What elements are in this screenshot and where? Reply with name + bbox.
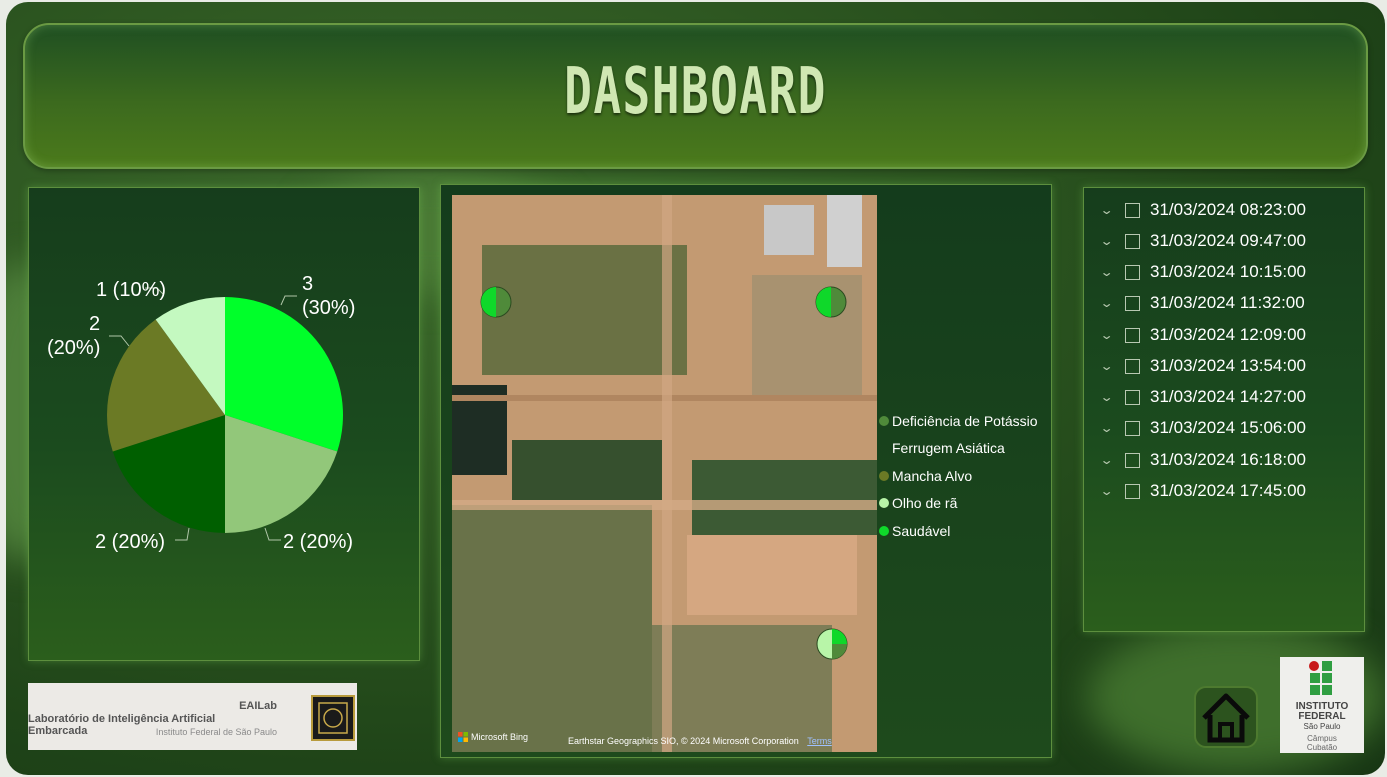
pie-chart-panel: 3 (30%) 2 (20%) 2 (20%) 2 (20%) 1 (10%) <box>28 187 420 661</box>
timestamp-checkbox[interactable] <box>1125 358 1140 374</box>
legend-dot <box>879 525 889 536</box>
dashboard-frame: DASHBOARD 3 (30%) 2 (20%) 2 (20%) 2 (20%… <box>6 2 1385 775</box>
legend-label: Saudável <box>892 522 951 539</box>
pie-label-line: (20%) <box>47 337 101 359</box>
timestamp-label: 31/03/2024 13:54:00 <box>1150 356 1306 375</box>
home-button[interactable] <box>1194 686 1258 748</box>
timestamp-item[interactable]: ⌄ 31/03/2024 11:32:00 <box>1100 293 1305 313</box>
chevron-down-icon[interactable]: ⌄ <box>1100 328 1117 342</box>
map-marker[interactable] <box>816 628 848 660</box>
bing-attribution-text: Microsoft Bing <box>471 732 529 742</box>
timestamp-label: 31/03/2024 12:09:00 <box>1150 325 1306 344</box>
legend-item[interactable]: Olho de rã <box>879 490 1038 518</box>
timestamp-checkbox[interactable] <box>1125 420 1140 436</box>
timestamp-item[interactable]: ⌄ 31/03/2024 13:54:00 <box>1100 356 1306 376</box>
timestamp-label: 31/03/2024 16:18:00 <box>1150 450 1306 469</box>
legend-dot <box>879 415 889 426</box>
chevron-down-icon[interactable]: ⌄ <box>1100 359 1117 373</box>
chevron-down-icon[interactable]: ⌄ <box>1100 390 1117 404</box>
pie-label-saudavel: 3 (30%) <box>302 272 355 320</box>
timestamp-item[interactable]: ⌄ 31/03/2024 09:47:00 <box>1100 231 1306 251</box>
legend-item[interactable]: Saudável <box>879 517 1038 545</box>
if-logo-text: Cubatão <box>1306 743 1338 752</box>
bing-attribution: Microsoft Bing <box>458 732 528 742</box>
timestamp-label: 31/03/2024 09:47:00 <box>1150 231 1306 250</box>
timestamp-checkbox[interactable] <box>1125 389 1140 405</box>
eailab-logo: EAILab Laboratório de Inteligência Artif… <box>28 683 357 750</box>
chevron-down-icon[interactable]: ⌄ <box>1100 453 1117 467</box>
eailab-emblem-icon <box>311 695 355 741</box>
timestamp-checkbox[interactable] <box>1125 233 1140 249</box>
if-sp-logo: INSTITUTO FEDERAL São Paulo Câmpus Cubat… <box>1280 657 1364 753</box>
timestamp-slicer-panel: ⌄ 31/03/2024 08:23:00 ⌄ 31/03/2024 09:47:00… <box>1083 187 1365 632</box>
terms-link[interactable]: Terms <box>807 736 832 746</box>
header-banner: DASHBOARD <box>23 23 1368 169</box>
chevron-down-icon[interactable]: ⌄ <box>1100 484 1117 498</box>
pie-label-mancha-alvo: 2 (20%) <box>95 531 166 553</box>
pie-chart <box>106 297 343 533</box>
page-title: DASHBOARD <box>564 55 827 129</box>
pie-label-ferrugem: 1 (10%) <box>96 279 167 301</box>
map-copyright-text: Earthstar Geographics SIO, © 2024 Micros… <box>568 736 799 746</box>
chevron-down-icon[interactable]: ⌄ <box>1100 265 1117 279</box>
legend-dot <box>879 443 889 453</box>
map-marker[interactable] <box>480 286 512 318</box>
legend-dot <box>879 498 889 509</box>
timestamp-item[interactable]: ⌄ 31/03/2024 16:18:00 <box>1100 450 1306 470</box>
timestamp-checkbox[interactable] <box>1125 295 1140 311</box>
chevron-down-icon[interactable]: ⌄ <box>1100 421 1117 435</box>
timestamp-label: 31/03/2024 08:23:00 <box>1150 200 1306 219</box>
timestamp-checkbox[interactable] <box>1125 202 1140 218</box>
eailab-title: EAILab <box>239 700 277 712</box>
chip-icon <box>318 702 348 734</box>
satellite-map[interactable]: Microsoft Bing Earthstar Geographics SIO… <box>452 195 877 752</box>
microsoft-logo-icon <box>458 732 468 742</box>
chevron-down-icon[interactable]: ⌄ <box>1100 203 1117 217</box>
if-logo-text: FEDERAL <box>1298 711 1346 722</box>
if-logo-text: Câmpus <box>1307 734 1337 743</box>
map-panel: Microsoft Bing Earthstar Geographics SIO… <box>440 184 1052 758</box>
legend-label: Mancha Alvo <box>892 467 973 484</box>
eailab-institution: Instituto Federal de São Paulo <box>155 727 277 737</box>
timestamp-item[interactable]: ⌄ 31/03/2024 14:27:00 <box>1100 387 1306 407</box>
timestamp-label: 31/03/2024 17:45:00 <box>1150 481 1306 500</box>
pie-label-line: 3 <box>302 273 314 295</box>
legend-item[interactable]: Deficiência de Potássio <box>879 407 1038 435</box>
map-copyright: Earthstar Geographics SIO, © 2024 Micros… <box>568 736 832 746</box>
legend-label: Deficiência de Potássio <box>892 412 1038 429</box>
timestamp-label: 31/03/2024 14:27:00 <box>1150 387 1306 406</box>
map-legend: Deficiência de Potássio Ferrugem Asiátic… <box>879 407 1038 545</box>
if-logo-text: São Paulo <box>1303 722 1341 731</box>
timestamp-item[interactable]: ⌄ 31/03/2024 17:45:00 <box>1100 481 1306 501</box>
timestamp-label: 31/03/2024 10:15:00 <box>1150 262 1306 281</box>
timestamp-checkbox[interactable] <box>1125 264 1140 280</box>
map-marker[interactable] <box>815 286 847 318</box>
if-logo-grid-icon <box>1309 661 1332 695</box>
timestamp-item[interactable]: ⌄ 31/03/2024 08:23:00 <box>1100 200 1306 220</box>
legend-label: Ferrugem Asiática <box>892 440 1005 457</box>
pie-label-line: 2 <box>89 313 101 335</box>
timestamp-label: 31/03/2024 15:06:00 <box>1150 418 1306 437</box>
timestamp-item[interactable]: ⌄ 31/03/2024 15:06:00 <box>1100 418 1306 438</box>
timestamp-checkbox[interactable] <box>1125 327 1140 343</box>
map-markers <box>480 286 848 660</box>
pie-label-olho-de-ra: 2 (20%) <box>283 531 354 553</box>
legend-label: Olho de rã <box>892 495 958 512</box>
chevron-down-icon[interactable]: ⌄ <box>1100 296 1117 310</box>
timestamp-checkbox[interactable] <box>1125 452 1140 468</box>
timestamp-item[interactable]: ⌄ 31/03/2024 12:09:00 <box>1100 325 1306 345</box>
legend-item[interactable]: Mancha Alvo <box>879 462 1038 490</box>
timestamp-item[interactable]: ⌄ 31/03/2024 10:15:00 <box>1100 262 1306 282</box>
home-icon <box>1202 693 1250 743</box>
timestamp-checkbox[interactable] <box>1125 483 1140 499</box>
legend-dot <box>879 470 889 481</box>
legend-item[interactable]: Ferrugem Asiática <box>879 435 1038 463</box>
chevron-down-icon[interactable]: ⌄ <box>1100 234 1117 248</box>
pie-label-line: (30%) <box>302 297 356 319</box>
pie-label-deficiencia: 2 (20%) <box>47 312 100 360</box>
timestamp-label: 31/03/2024 11:32:00 <box>1150 293 1305 312</box>
